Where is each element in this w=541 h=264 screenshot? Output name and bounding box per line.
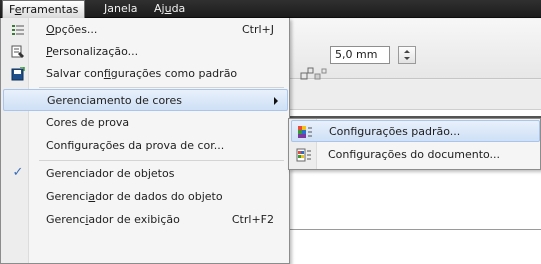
menu-item-label: Personalização...	[46, 45, 139, 58]
menu-separator	[39, 87, 284, 88]
menu-item-shortcut: Ctrl+J	[241, 23, 274, 36]
menu-separator	[39, 160, 284, 161]
menu-item-label: Configurações da prova de cor...	[46, 139, 225, 152]
menu-item-label: Gerenciamento de cores	[47, 94, 182, 107]
menu-item-object-manager[interactable]: ✓ Gerenciador de objetos	[3, 163, 288, 185]
menu-item-object-data-manager[interactable]: Gerenciador de dados do objeto	[3, 186, 288, 208]
nudge-size-input[interactable]: 5,0 mm	[330, 46, 390, 64]
canvas-guide-line	[288, 229, 541, 230]
menu-item-label: Gerenciador de objetos	[46, 167, 175, 180]
options-icon	[12, 25, 24, 35]
menubar: Ferramentas Janela Ajuda	[0, 0, 541, 19]
checkmark-icon: ✓	[12, 165, 24, 180]
menu-item-options[interactable]: Opções... Ctrl+J	[3, 19, 288, 41]
menu-item-save-defaults[interactable]: Salvar configurações como padrão	[3, 63, 288, 85]
document-color-icon	[296, 148, 311, 162]
save-icon	[11, 67, 25, 81]
tools-menu: Opções... Ctrl+J Personalização... Salva…	[0, 18, 290, 264]
submenu-item-label: Configurações padrão...	[329, 125, 461, 138]
menu-item-label: Gerenciador de exibição	[46, 213, 180, 226]
menu-item-customization[interactable]: Personalização...	[3, 41, 288, 63]
submenu-item-label: Configurações do documento...	[328, 148, 501, 161]
snap-grid-icon[interactable]	[314, 67, 328, 81]
submenu-item-document-settings[interactable]: Configurações do documento...	[291, 144, 540, 166]
submenu-arrow-icon	[274, 97, 278, 105]
submenu-item-default-settings[interactable]: Configurações padrão...	[291, 120, 540, 142]
menu-item-label: Opções...	[46, 23, 98, 36]
color-management-submenu: Configurações padrão... Configurações do…	[288, 118, 541, 170]
menu-item-label: Gerenciador de dados do objeto	[46, 190, 223, 203]
menu-item-proof-settings[interactable]: Configurações da prova de cor...	[3, 135, 288, 157]
menu-item-label: Salvar configurações como padrão	[46, 67, 238, 80]
spinner-down-icon[interactable]	[404, 57, 410, 60]
menu-janela[interactable]: Janela	[98, 0, 144, 18]
menu-item-proof-colors[interactable]: Cores de prova	[3, 112, 288, 134]
menu-ferramentas[interactable]: Ferramentas	[2, 0, 86, 19]
menu-item-view-manager[interactable]: Gerenciador de exibição Ctrl+F2	[3, 209, 288, 231]
menu-item-label: Cores de prova	[46, 116, 130, 129]
customize-icon	[11, 45, 24, 58]
property-bar	[288, 80, 541, 110]
menu-ajuda[interactable]: Ajuda	[148, 0, 191, 18]
color-settings-icon	[298, 126, 312, 138]
nudge-size-spinner[interactable]	[398, 46, 416, 64]
menu-item-shortcut: Ctrl+F2	[231, 213, 274, 226]
menu-item-color-management[interactable]: Gerenciamento de cores	[3, 89, 288, 111]
snap-nodes-icon[interactable]	[300, 67, 314, 81]
spinner-up-icon[interactable]	[404, 50, 410, 53]
